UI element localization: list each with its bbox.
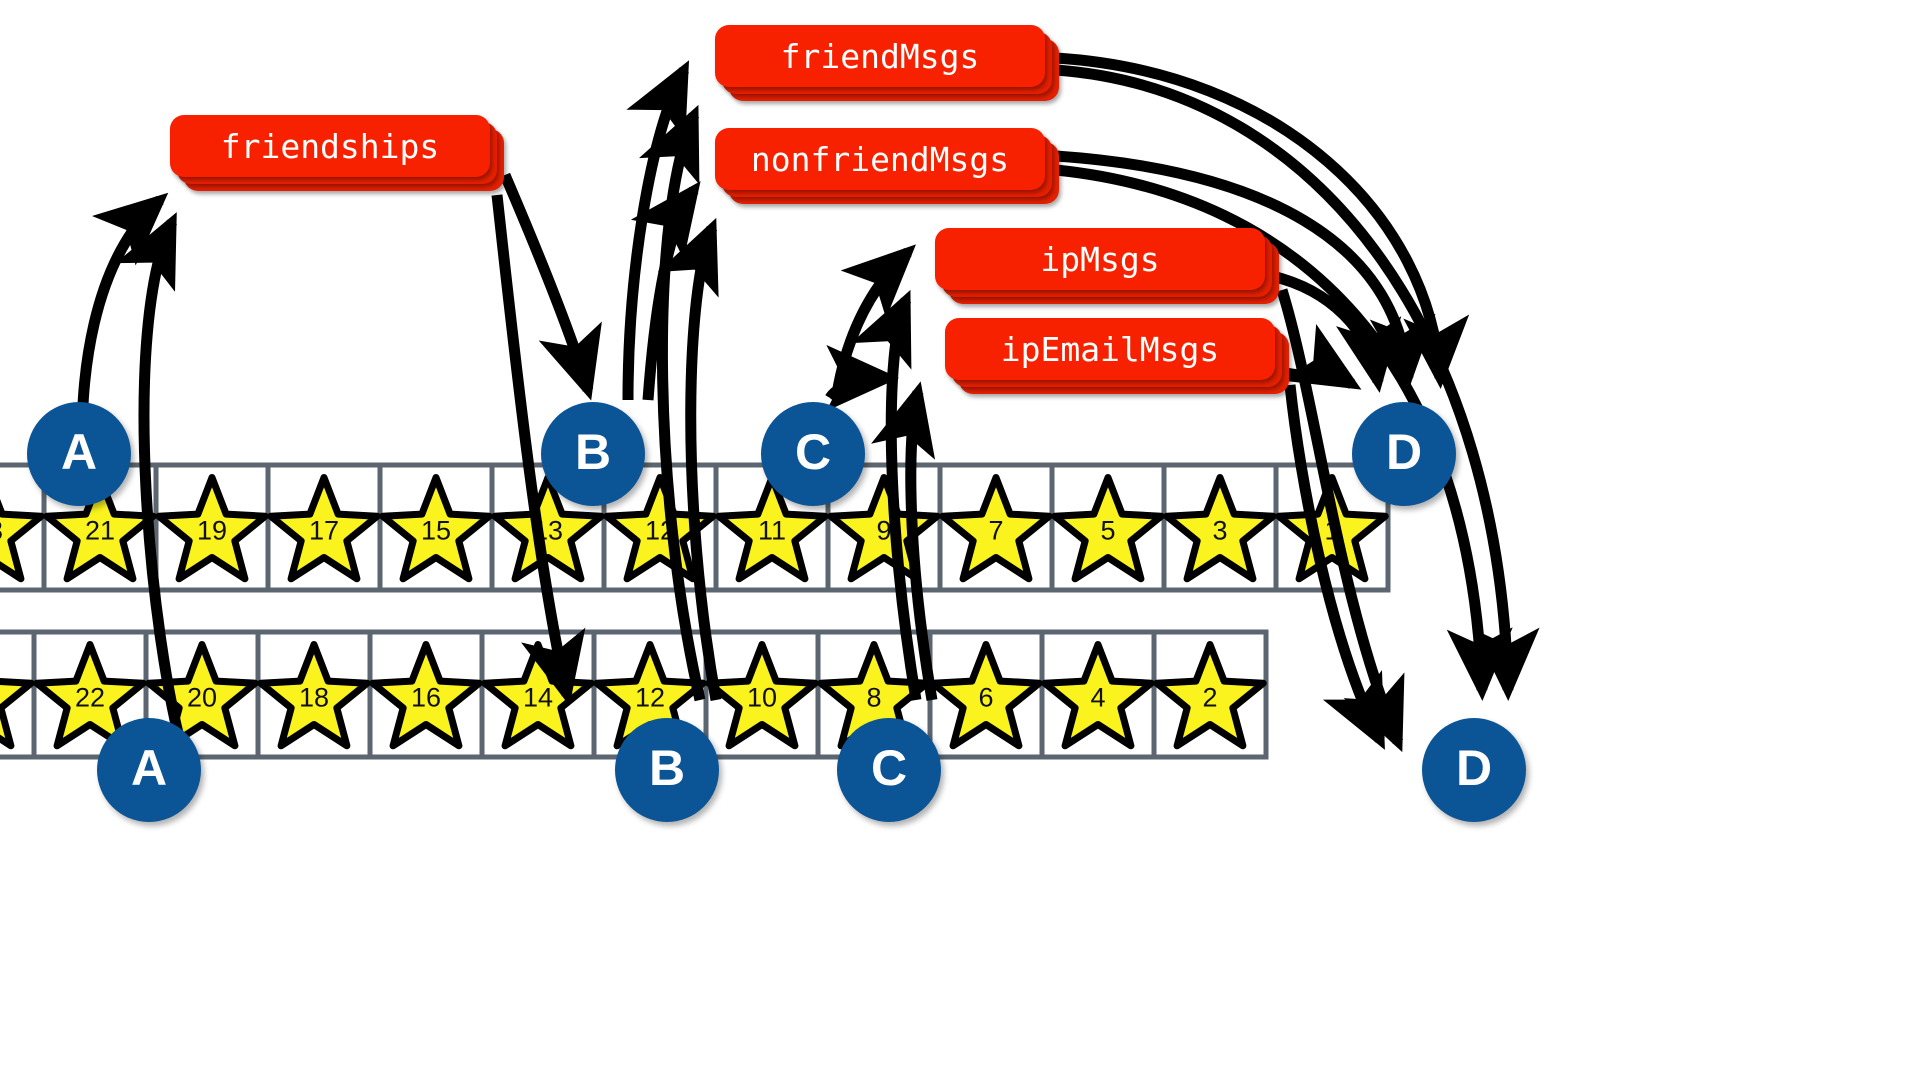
node-C-bottom[interactable]: C (837, 718, 941, 822)
diagram-canvas: 2321191715131211975312422201816141210864… (0, 0, 1920, 1080)
node-label: C (870, 740, 908, 796)
relation-sheet (715, 25, 1045, 87)
relation-box-friendships[interactable]: friendships (170, 115, 504, 191)
relation-sheet (170, 115, 490, 177)
node-label: C (794, 424, 832, 480)
node-D-bottom[interactable]: D (1422, 718, 1526, 822)
relation-sheet (945, 318, 1275, 380)
relation-sheet (935, 228, 1265, 290)
node-label: A (130, 740, 168, 796)
relation-box-nonfriendMsgs[interactable]: nonfriendMsgs (715, 128, 1059, 204)
node-label: B (574, 424, 612, 480)
node-label: A (60, 424, 98, 480)
relation-box-ipMsgs[interactable]: ipMsgs (935, 228, 1279, 304)
node-label: D (1455, 740, 1493, 796)
relation-box-friendMsgs[interactable]: friendMsgs (715, 25, 1059, 101)
node-B-top[interactable]: B (541, 402, 645, 506)
edge-b-bottom-to-nonfriendmsgs (657, 217, 722, 701)
node-label: B (648, 740, 686, 796)
node-label: D (1385, 424, 1423, 480)
edge-a-bottom-to-friendships (115, 212, 191, 762)
edge-ipmsgs-to-d-bottom (1276, 288, 1405, 753)
node-D-top[interactable]: D (1352, 402, 1456, 506)
node-C-top[interactable]: C (761, 402, 865, 506)
relation-box-ipEmailMsgs[interactable]: ipEmailMsgs (945, 318, 1289, 394)
node-A-bottom[interactable]: A (97, 718, 201, 822)
node-B-bottom[interactable]: B (615, 718, 719, 822)
node-A-top[interactable]: A (27, 402, 131, 506)
relation-sheet (715, 128, 1045, 190)
edge-ipemailmsgs-to-d-top (1278, 324, 1362, 390)
